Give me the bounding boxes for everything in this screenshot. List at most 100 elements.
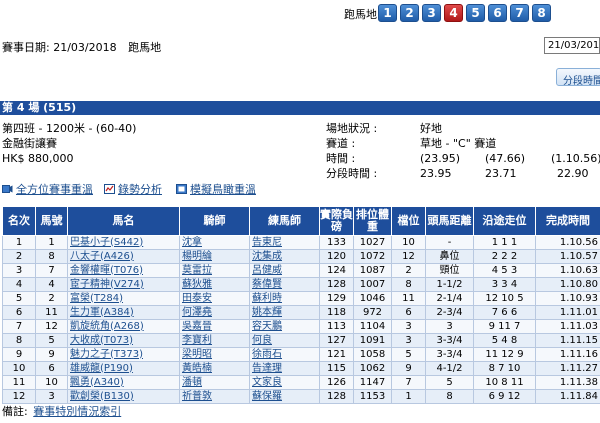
cell-place: 8 (2, 333, 36, 348)
time-label: 時間 : (326, 152, 356, 165)
jockey-link[interactable]: 莫雷拉 (182, 265, 212, 276)
cell-jockey: 莫雷拉 (179, 263, 250, 278)
cell-actual-weight: 133 (319, 235, 354, 250)
race-tab-1[interactable]: 1 (378, 4, 397, 22)
trainer-link[interactable]: 容天鵬 (252, 321, 282, 332)
race-tab-2[interactable]: 2 (400, 4, 419, 22)
col-header-lbw: 頭馬距離 (425, 206, 474, 236)
cell-trainer: 蔡偉賢 (249, 277, 320, 292)
horse-link[interactable]: 歡創榮(B130) (70, 391, 134, 402)
race-tab-5[interactable]: 5 (466, 4, 485, 22)
table-row: 2 8 八太子(A426) 楊明綸 沈集成 120 1072 12 鼻位 2 2 2 1.10.57 (2, 249, 600, 264)
cell-jockey: 蘇狄雅 (179, 277, 250, 292)
race-tab-6[interactable]: 6 (488, 4, 507, 22)
replay-all-link[interactable]: 全方位賽事重溫 (2, 181, 93, 197)
cell-actual-weight: 124 (319, 263, 354, 278)
jockey-link[interactable]: 梁明昭 (182, 349, 212, 360)
pace-link[interactable]: 錄勢分析 (104, 181, 162, 197)
trainer-link[interactable]: 何良 (252, 335, 272, 346)
cell-declared-weight: 1062 (353, 361, 392, 376)
trainer-link[interactable]: 呂健威 (252, 265, 282, 276)
remark-link[interactable]: 賽事特別情況索引 (33, 405, 121, 418)
trainer-link[interactable]: 蘇保羅 (252, 391, 282, 402)
cell-running-position: 8 7 10 (473, 361, 536, 376)
cell-draw: 12 (391, 249, 426, 264)
horse-link[interactable]: 八太子(A426) (70, 251, 134, 262)
meeting-date-label: 賽事日期: (2, 41, 50, 54)
horse-link[interactable]: 凱旋統角(A268) (70, 321, 144, 332)
trainer-link[interactable]: 文家良 (252, 377, 282, 388)
cell-actual-weight: 113 (319, 319, 354, 334)
col-header-jockey: 騎師 (179, 206, 250, 236)
cell-lbw: 鼻位 (425, 249, 474, 264)
cell-horse-no: 11 (35, 305, 68, 320)
cell-jockey: 何澤堯 (179, 305, 250, 320)
trainer-link[interactable]: 蘇利時 (252, 293, 282, 304)
horse-link[interactable]: 宦子精神(V274) (70, 279, 144, 290)
going-value: 好地 (420, 122, 442, 135)
horse-link[interactable]: 金響權暉(T076) (70, 265, 143, 276)
cell-running-position: 10 8 11 (473, 375, 536, 390)
trainer-link[interactable]: 蔡偉賢 (252, 279, 282, 290)
jockey-link[interactable]: 吳嘉晉 (182, 321, 212, 332)
trainer-link[interactable]: 告達理 (252, 363, 282, 374)
horse-link[interactable]: 魅力之子(T373) (70, 349, 143, 360)
cell-finish-time: 1.11.03 (535, 319, 600, 334)
race-tab-4[interactable]: 4 (444, 4, 463, 22)
cell-declared-weight: 1147 (353, 375, 392, 390)
cell-horse: 巴基小子(S442) (67, 235, 180, 250)
trainer-link[interactable]: 沈集成 (252, 251, 282, 262)
horse-link[interactable]: 飄勇(A340) (70, 377, 124, 388)
cell-draw: 8 (391, 277, 426, 292)
race-tabs: 12345678 (378, 4, 551, 22)
cell-finish-time: 1.11.84 (535, 389, 600, 404)
jockey-link[interactable]: 何澤堯 (182, 307, 212, 318)
cell-trainer: 蘇利時 (249, 291, 320, 306)
jockey-link[interactable]: 李寶利 (182, 335, 212, 346)
table-row: 5 2 富榮(T284) 田泰安 蘇利時 129 1046 11 2-1/4 12 10 5 1.1… (2, 291, 600, 306)
race-conditions: 場地狀況 : 賽道 : 時間 : 分段時間 : (326, 121, 377, 181)
horse-link[interactable]: 富榮(T284) (70, 293, 123, 304)
race-conditions-values: 好地 草地 - "C" 賽道 (420, 121, 496, 151)
jockey-link[interactable]: 祈普敦 (182, 391, 212, 402)
cell-place: 11 (2, 375, 36, 390)
cell-horse: 金響權暉(T076) (67, 263, 180, 278)
cell-running-position: 5 4 8 (473, 333, 536, 348)
cell-horse: 宦子精神(V274) (67, 277, 180, 292)
jockey-link[interactable]: 沈拿 (182, 237, 202, 248)
cell-horse-no: 6 (35, 361, 68, 376)
cell-jockey: 祈普敦 (179, 389, 250, 404)
jockey-link[interactable]: 田泰安 (182, 293, 212, 304)
race-tab-8[interactable]: 8 (532, 4, 551, 22)
jockey-link[interactable]: 黃皓楠 (182, 363, 212, 374)
cell-trainer: 文家良 (249, 375, 320, 390)
race-tab-3[interactable]: 3 (422, 4, 441, 22)
stalls-link[interactable]: 模擬鳥瞰重溫 (176, 181, 256, 197)
cell-draw: 1 (391, 389, 426, 404)
trainer-link[interactable]: 徐雨石 (252, 349, 282, 360)
horse-link[interactable]: 雄威龍(P190) (70, 363, 133, 374)
horse-link[interactable]: 生力軍(A384) (70, 307, 134, 318)
cell-place: 12 (2, 389, 36, 404)
horse-link[interactable]: 巴基小子(S442) (70, 237, 143, 248)
trainer-link[interactable]: 告東尼 (252, 237, 282, 248)
cell-horse: 富榮(T284) (67, 291, 180, 306)
trainer-link[interactable]: 姚本輝 (252, 307, 282, 318)
cell-declared-weight: 1046 (353, 291, 392, 306)
split-time-button[interactable]: 分段時間 (556, 68, 600, 86)
cell-horse: 雄威龍(P190) (67, 361, 180, 376)
cell-lbw: 8 (425, 389, 474, 404)
table-row: 12 3 歡創榮(B130) 祈普敦 蘇保羅 128 1153 1 8 6 9 12 1.11.84 (2, 389, 600, 404)
meeting-info: 賽事日期: 21/03/2018 跑馬地 (2, 39, 161, 55)
jockey-link[interactable]: 蘇狄雅 (182, 279, 212, 290)
jockey-link[interactable]: 潘頓 (182, 377, 202, 388)
jockey-link[interactable]: 楊明綸 (182, 251, 212, 262)
race-tab-7[interactable]: 7 (510, 4, 529, 22)
cell-trainer: 蘇保羅 (249, 389, 320, 404)
horse-link[interactable]: 大收成(T073) (70, 335, 133, 346)
course-label: 賽道 : (326, 137, 356, 150)
cell-lbw: 2-3/4 (425, 305, 474, 320)
cell-horse-no: 5 (35, 333, 68, 348)
col-header-trainer: 練馬師 (249, 206, 320, 236)
date-select[interactable]: 21/03/2018 (544, 37, 600, 54)
